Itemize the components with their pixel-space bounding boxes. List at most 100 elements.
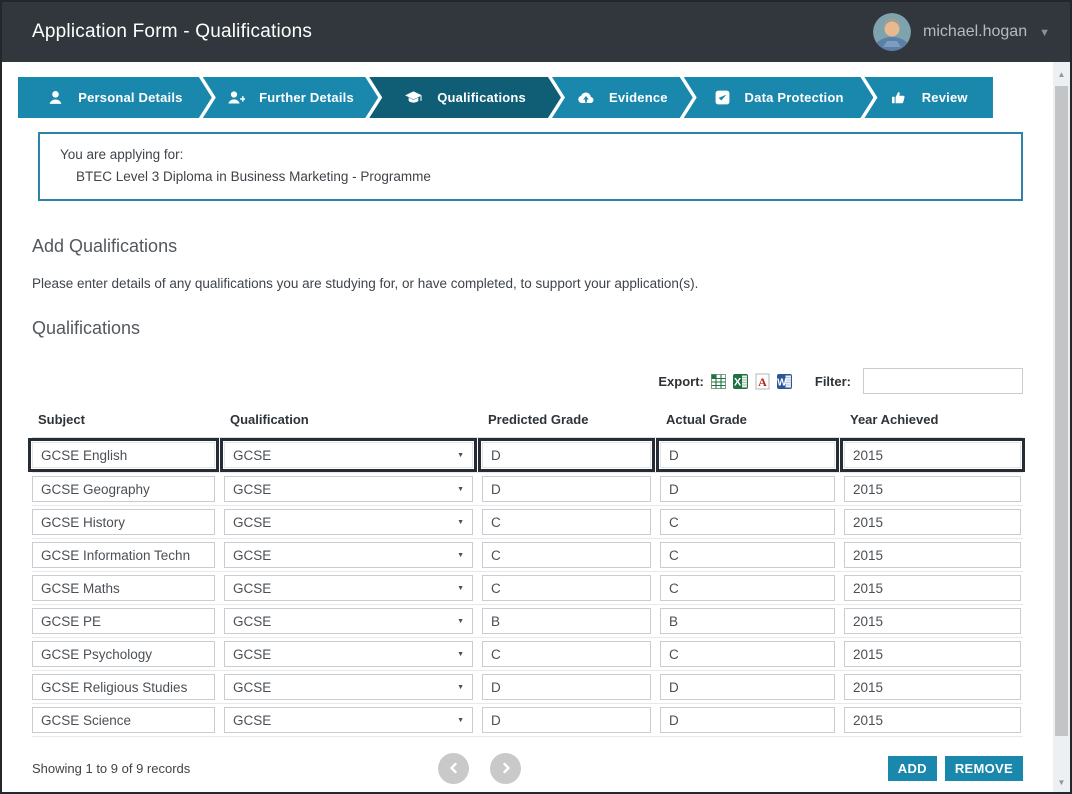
predicted-grade-input[interactable] (483, 642, 650, 666)
scrollbar-thumb[interactable] (1055, 86, 1068, 736)
filter-input[interactable] (863, 368, 1023, 394)
predicted-grade-input[interactable] (483, 543, 650, 567)
scroll-down-icon[interactable]: ▼ (1053, 774, 1070, 790)
table-row[interactable]: GCSE▼ (32, 438, 1023, 473)
year-achieved-input[interactable] (845, 510, 1020, 534)
column-header-qualification: Qualification (224, 412, 473, 427)
year-achieved-input[interactable] (845, 443, 1020, 467)
chevron-down-icon: ▼ (457, 552, 464, 559)
actual-grade-input[interactable] (661, 510, 834, 534)
table-row[interactable]: GCSE▼ (32, 539, 1023, 572)
step-data-protection[interactable]: Data Protection (684, 77, 874, 118)
predicted-grade-input[interactable] (483, 609, 650, 633)
year-achieved-input[interactable] (845, 708, 1020, 732)
table-row[interactable]: GCSE▼ (32, 638, 1023, 671)
qualification-select-value: GCSE (233, 581, 271, 596)
year-achieved-input[interactable] (845, 675, 1020, 699)
table-header: SubjectQualificationPredicted GradeActua… (32, 404, 1023, 438)
subject-input[interactable] (33, 443, 214, 467)
subject-input-box (32, 674, 215, 700)
predicted-grade-input-box (482, 542, 651, 568)
predicted-grade-input[interactable] (483, 510, 650, 534)
year-achieved-input[interactable] (845, 609, 1020, 633)
year-achieved-input[interactable] (845, 576, 1020, 600)
year-achieved-input[interactable] (845, 477, 1020, 501)
user-menu[interactable]: michael.hogan ▼ (873, 13, 1050, 51)
qualification-select-value: GCSE (233, 448, 271, 463)
table-row[interactable]: GCSE▼ (32, 506, 1023, 539)
svg-text:A: A (758, 375, 767, 389)
actual-grade-input[interactable] (661, 609, 834, 633)
applying-for-value: BTEC Level 3 Diploma in Business Marketi… (76, 169, 1001, 184)
scroll-up-icon[interactable]: ▲ (1053, 66, 1070, 82)
qualification-select[interactable]: GCSE▼ (224, 476, 473, 502)
year-achieved-input-box (844, 542, 1021, 568)
cloud-upload-icon (577, 89, 595, 106)
qualification-select[interactable]: GCSE▼ (224, 442, 473, 468)
table-row[interactable]: GCSE▼ (32, 704, 1023, 737)
predicted-grade-input[interactable] (483, 576, 650, 600)
year-achieved-input[interactable] (845, 543, 1020, 567)
predicted-grade-input[interactable] (483, 477, 650, 501)
predicted-grade-input-box (482, 608, 651, 634)
year-achieved-input[interactable] (845, 642, 1020, 666)
table-row[interactable]: GCSE▼ (32, 572, 1023, 605)
remove-button[interactable]: REMOVE (945, 756, 1023, 781)
thumbs-up-icon (890, 89, 908, 106)
predicted-grade-input[interactable] (483, 443, 650, 467)
subject-input[interactable] (33, 642, 214, 666)
actual-grade-input[interactable] (661, 642, 834, 666)
subject-input-box (32, 641, 215, 667)
export-pdf-icon[interactable]: A (754, 373, 771, 390)
actual-grade-input[interactable] (661, 443, 834, 467)
actual-grade-input[interactable] (661, 708, 834, 732)
qualification-select[interactable]: GCSE▼ (224, 542, 473, 568)
step-review[interactable]: Review (864, 77, 993, 118)
export-excel-icon[interactable]: X (732, 373, 749, 390)
subject-input-box (32, 476, 215, 502)
next-page-button[interactable] (490, 753, 521, 784)
qualification-select[interactable]: GCSE▼ (224, 575, 473, 601)
export-xls-icon[interactable] (710, 373, 727, 390)
scrollbar[interactable]: ▲ ▼ (1053, 62, 1070, 792)
actual-grade-input-box (660, 542, 835, 568)
subject-input[interactable] (33, 576, 214, 600)
actual-grade-input[interactable] (661, 576, 834, 600)
qualification-select[interactable]: GCSE▼ (224, 674, 473, 700)
table-row[interactable]: GCSE▼ (32, 473, 1023, 506)
actual-grade-input-box (660, 608, 835, 634)
qualification-select[interactable]: GCSE▼ (224, 509, 473, 535)
column-header-predicted-grade: Predicted Grade (482, 412, 651, 427)
previous-page-button[interactable] (438, 753, 469, 784)
table-row[interactable]: GCSE▼ (32, 671, 1023, 704)
step-label: Qualifications (437, 90, 526, 105)
step-qualifications[interactable]: Qualifications (369, 77, 561, 118)
qualification-select[interactable]: GCSE▼ (224, 641, 473, 667)
subject-input[interactable] (33, 477, 214, 501)
subject-input[interactable] (33, 708, 214, 732)
predicted-grade-input-box (482, 641, 651, 667)
actual-grade-input-box (660, 509, 835, 535)
qualification-select[interactable]: GCSE▼ (224, 608, 473, 634)
subject-input[interactable] (33, 609, 214, 633)
subject-input[interactable] (33, 675, 214, 699)
table-row[interactable]: GCSE▼ (32, 605, 1023, 638)
step-personal-details[interactable]: Personal Details (18, 77, 212, 118)
actual-grade-input[interactable] (661, 543, 834, 567)
actual-grade-input[interactable] (661, 675, 834, 699)
add-button[interactable]: ADD (888, 756, 937, 781)
predicted-grade-input[interactable] (483, 708, 650, 732)
column-header-actual-grade: Actual Grade (660, 412, 835, 427)
actual-grade-input[interactable] (661, 477, 834, 501)
year-achieved-input-box (844, 575, 1021, 601)
subject-input[interactable] (33, 510, 214, 534)
predicted-grade-input[interactable] (483, 675, 650, 699)
step-further-details[interactable]: Further Details (203, 77, 378, 118)
actual-grade-input-box (660, 707, 835, 733)
qualification-select[interactable]: GCSE▼ (224, 707, 473, 733)
export-word-icon[interactable]: W (776, 373, 793, 390)
qualifications-heading: Qualifications (32, 318, 1038, 339)
table-body: GCSE▼GCSE▼GCSE▼GCSE▼GCSE▼GCSE▼GCSE▼GCSE▼… (32, 438, 1023, 737)
step-evidence[interactable]: Evidence (552, 77, 693, 118)
subject-input[interactable] (33, 543, 214, 567)
